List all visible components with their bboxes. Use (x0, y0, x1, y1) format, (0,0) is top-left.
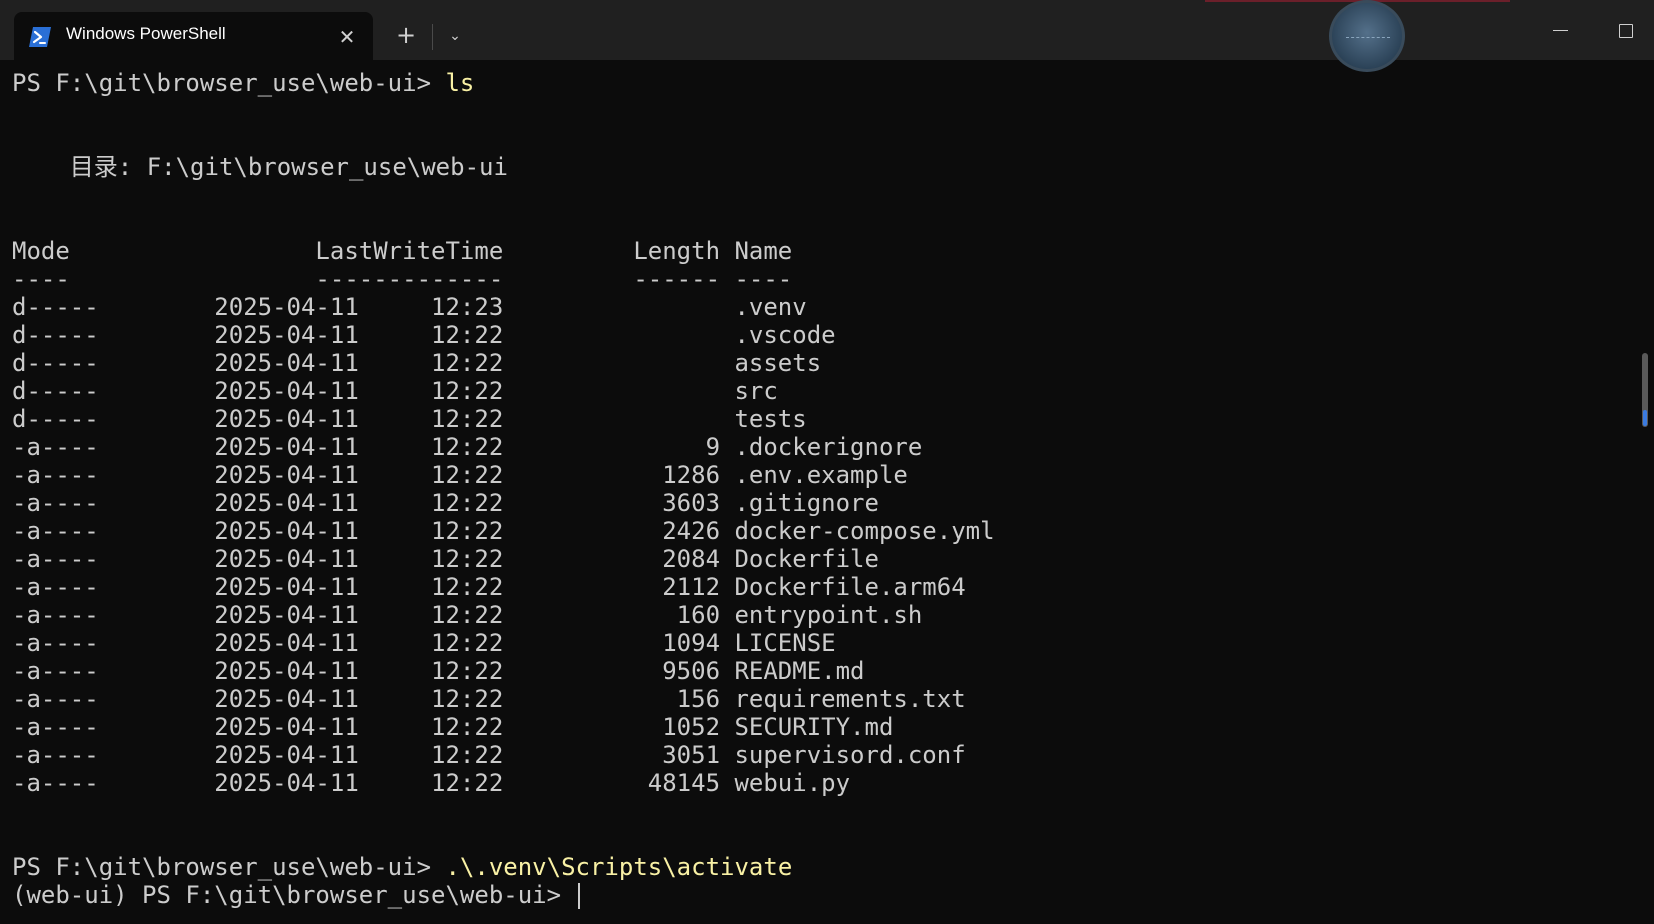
table-row: d----- 2025-04-11 12:22 assets (12, 349, 822, 377)
table-header: Mode LastWriteTime Length Name (12, 237, 793, 265)
table-row: -a---- 2025-04-11 12:22 1094 LICENSE (12, 629, 836, 657)
command-ls: ls (445, 69, 475, 97)
table-row: -a---- 2025-04-11 12:22 2426 docker-comp… (12, 517, 995, 545)
prompt-line-3[interactable]: (web-ui) PS F:\git\browser_use\web-ui> (12, 881, 580, 909)
table-row: -a---- 2025-04-11 12:22 156 requirements… (12, 685, 966, 713)
table-row: d----- 2025-04-11 12:22 src (12, 377, 778, 405)
table-row: d----- 2025-04-11 12:23 .venv (12, 293, 807, 321)
command-activate: .\.venv\Scripts\activate (445, 853, 793, 881)
scroll-position-indicator (1643, 410, 1647, 426)
tab-separator (432, 24, 433, 50)
table-row: d----- 2025-04-11 12:22 .vscode (12, 321, 836, 349)
tab-powershell[interactable]: Windows PowerShell ✕ (14, 12, 373, 60)
prompt: PS F:\git\browser_use\web-ui> (12, 69, 446, 97)
maximize-icon[interactable] (1606, 14, 1646, 48)
powershell-icon (29, 27, 51, 47)
table-row: -a---- 2025-04-11 12:22 160 entrypoint.s… (12, 601, 923, 629)
table-row: -a---- 2025-04-11 12:22 1286 .env.exampl… (12, 461, 908, 489)
minimize-icon[interactable] (1540, 14, 1580, 48)
table-row: -a---- 2025-04-11 12:22 1052 SECURITY.md (12, 713, 894, 741)
prompt: PS F:\git\browser_use\web-ui> (12, 853, 446, 881)
chevron-down-icon[interactable]: ⌄ (440, 22, 470, 50)
prompt: (web-ui) PS F:\git\browser_use\web-ui> (12, 881, 576, 909)
prompt-line-1: PS F:\git\browser_use\web-ui> ls (12, 69, 474, 97)
tab-title: Windows PowerShell (66, 24, 226, 43)
table-row: -a---- 2025-04-11 12:22 9 .dockerignore (12, 433, 923, 461)
prompt-line-2: PS F:\git\browser_use\web-ui> .\.venv\Sc… (12, 853, 792, 881)
close-icon[interactable]: ✕ (332, 22, 362, 52)
table-row: -a---- 2025-04-11 12:22 48145 webui.py (12, 769, 851, 797)
directory-line: 目录: F:\git\browser_use\web-ui (12, 153, 508, 181)
table-row: d----- 2025-04-11 12:22 tests (12, 405, 807, 433)
table-row: -a---- 2025-04-11 12:22 2084 Dockerfile (12, 545, 879, 573)
title-bar: Windows PowerShell ✕ + ⌄ (0, 0, 1654, 72)
table-row: -a---- 2025-04-11 12:22 9506 README.md (12, 657, 865, 685)
text-cursor (577, 883, 580, 909)
table-row: -a---- 2025-04-11 12:22 3051 supervisord… (12, 741, 966, 769)
table-separator: ---- ------------- ------ ---- (12, 265, 793, 293)
terminal-output[interactable]: PS F:\git\browser_use\web-ui> ls 目录: F:\… (0, 60, 1654, 924)
table-row: -a---- 2025-04-11 12:22 2112 Dockerfile.… (12, 573, 966, 601)
table-row: -a---- 2025-04-11 12:22 3603 .gitignore (12, 489, 879, 517)
plus-icon[interactable]: + (391, 20, 421, 50)
